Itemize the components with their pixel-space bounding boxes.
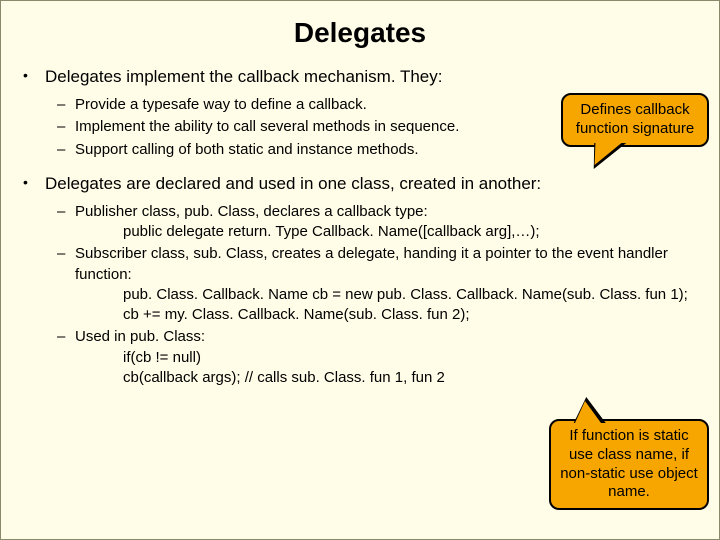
bullet-delegates-declared: Delegates are declared and used in one c… (15, 174, 705, 388)
code-line: public delegate return. Type Callback. N… (123, 222, 705, 242)
bullet-text: Delegates are declared and used in one c… (45, 174, 541, 193)
callout-static-nonstatic: If function is static use class name, if… (549, 419, 709, 510)
sub-item-used: Used in pub. Class: if(cb != null) cb(ca… (57, 327, 705, 388)
callout-defines-signature: Defines callback function signature (561, 93, 709, 147)
code-line: pub. Class. Callback. Name cb = new pub.… (123, 285, 705, 305)
slide: Delegates Delegates implement the callba… (0, 0, 720, 540)
sub-lead: Used in pub. Class: (75, 328, 205, 345)
code-line: cb += my. Class. Callback. Name(sub. Cla… (123, 305, 705, 325)
sub-list-2: Publisher class, pub. Class, declares a … (45, 202, 705, 388)
sub-item-subscriber: Subscriber class, sub. Class, creates a … (57, 244, 705, 325)
sub-lead: Publisher class, pub. Class, declares a … (75, 203, 428, 220)
callout-text: Defines callback function signature (576, 101, 694, 137)
bullet-text: Delegates implement the callback mechani… (45, 67, 442, 86)
slide-title: Delegates (1, 17, 719, 49)
code-line: cb(callback args); // calls sub. Class. … (123, 368, 705, 388)
sub-lead: Subscriber class, sub. Class, creates a … (75, 245, 668, 282)
code-line: if(cb != null) (123, 348, 705, 368)
sub-item-publisher: Publisher class, pub. Class, declares a … (57, 202, 705, 243)
callout-text: If function is static use class name, if… (560, 427, 698, 500)
